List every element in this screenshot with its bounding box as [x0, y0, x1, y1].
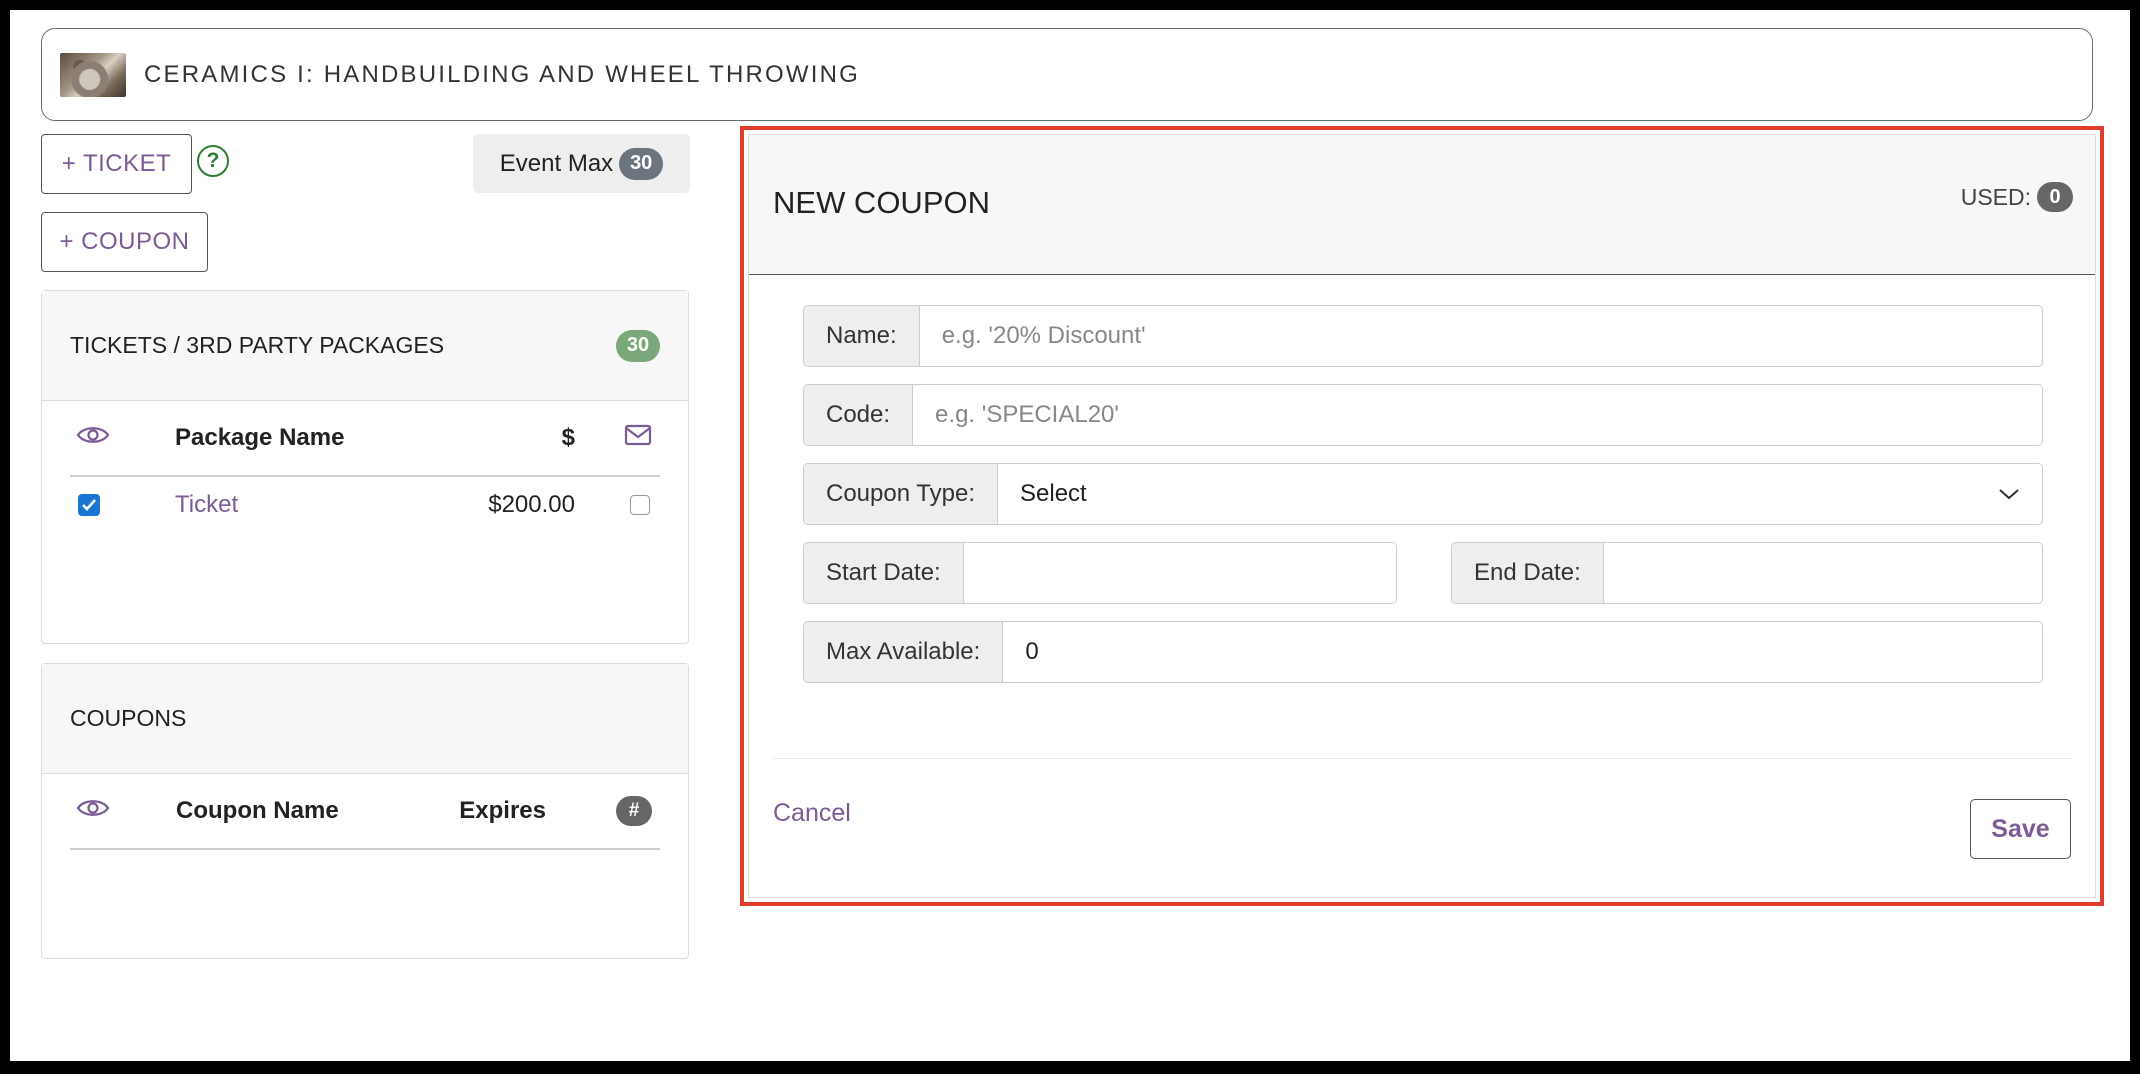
mail-icon: [624, 424, 652, 445]
start-date-label: Start Date:: [804, 543, 964, 603]
chevron-down-icon: [1999, 489, 2019, 500]
coupon-type-label: Coupon Type:: [804, 464, 999, 524]
count-badge: #: [616, 796, 652, 826]
add-ticket-button[interactable]: + TICKET: [41, 134, 192, 194]
event-title: CERAMICS I: HANDBUILDING AND WHEEL THROW…: [144, 60, 860, 88]
check-icon: [82, 499, 96, 511]
new-coupon-title: NEW COUPON: [773, 185, 990, 220]
add-coupon-button[interactable]: + COUPON: [41, 212, 208, 272]
email-checkbox[interactable]: [630, 495, 650, 515]
coupons-table: Coupon Name Expires #: [42, 774, 688, 850]
name-label: Name:: [804, 306, 920, 366]
new-coupon-card: NEW COUPON USED: 0 Name: Code: Coupon Ty…: [748, 134, 2096, 898]
tickets-count-badge: 30: [616, 329, 660, 362]
event-header: CERAMICS I: HANDBUILDING AND WHEEL THROW…: [41, 28, 2093, 121]
tickets-card-title: TICKETS / 3RD PARTY PACKAGES: [70, 332, 445, 358]
eye-icon: [76, 799, 110, 816]
visible-cell: [70, 494, 175, 516]
price-column-header: $: [561, 424, 575, 451]
help-icon[interactable]: ?: [197, 145, 229, 177]
cancel-link[interactable]: Cancel: [773, 799, 851, 828]
event-max-badge: Event Max 30: [473, 134, 690, 193]
tickets-card: TICKETS / 3RD PARTY PACKAGES 30 Package …: [41, 290, 689, 644]
visible-column-header: [70, 424, 175, 453]
coupon-type-selected: Select: [1020, 480, 1087, 507]
end-date-field-group: End Date:: [1451, 542, 2043, 604]
code-label: Code:: [804, 385, 914, 445]
used-indicator: USED: 0: [1961, 182, 2073, 212]
max-available-field-group: Max Available:: [803, 621, 2043, 683]
package-price: $200.00: [488, 491, 575, 518]
coupon-type-select[interactable]: Select: [998, 464, 2042, 524]
screen: CERAMICS I: HANDBUILDING AND WHEEL THROW…: [10, 10, 2130, 1061]
coupon-name-column-header: Coupon Name: [176, 797, 339, 824]
event-max-count: 30: [619, 147, 664, 180]
max-available-input[interactable]: [1003, 622, 2042, 682]
used-count-badge: 0: [2037, 182, 2073, 212]
used-label: USED:: [1960, 183, 2031, 210]
email-column-header: [575, 424, 660, 453]
code-input[interactable]: [913, 385, 2042, 445]
package-name-link[interactable]: Ticket: [175, 491, 475, 519]
coupons-card-header: COUPONS: [42, 664, 688, 774]
new-coupon-panel: NEW COUPON USED: 0 Name: Code: Coupon Ty…: [740, 126, 2104, 906]
coupon-type-field-group: Coupon Type: Select: [803, 463, 2043, 525]
table-row: Ticket $200.00: [70, 477, 660, 533]
package-name-column-header: Package Name: [175, 424, 345, 451]
event-max-label: Event Max: [499, 149, 614, 177]
email-cell: [575, 495, 660, 515]
code-field-group: Code:: [803, 384, 2043, 446]
tickets-card-header: TICKETS / 3RD PARTY PACKAGES 30: [42, 291, 688, 401]
coupons-card-title: COUPONS: [70, 705, 187, 731]
visible-column-header: [70, 797, 176, 826]
max-available-label: Max Available:: [804, 622, 1004, 682]
coupons-table-header: Coupon Name Expires #: [70, 774, 660, 850]
visible-checkbox[interactable]: [78, 494, 100, 516]
footer-divider: [773, 758, 2071, 759]
end-date-input[interactable]: [1603, 543, 2042, 603]
start-date-field-group: Start Date:: [803, 542, 1397, 604]
expires-column-header: Expires: [459, 797, 546, 824]
tickets-table-header: Package Name $: [70, 401, 660, 477]
name-input[interactable]: [919, 306, 2042, 366]
new-coupon-header: NEW COUPON USED: 0: [749, 135, 2095, 275]
count-column-header: #: [546, 796, 660, 826]
eye-icon: [76, 426, 110, 443]
start-date-input[interactable]: [963, 543, 1396, 603]
save-button[interactable]: Save: [1970, 799, 2071, 859]
event-thumbnail: [60, 52, 126, 97]
coupons-card: COUPONS Coupon Name Expires #: [41, 663, 689, 959]
tickets-table: Package Name $ Ticket $200.00: [42, 401, 688, 533]
name-field-group: Name:: [803, 305, 2043, 367]
end-date-label: End Date:: [1452, 543, 1604, 603]
